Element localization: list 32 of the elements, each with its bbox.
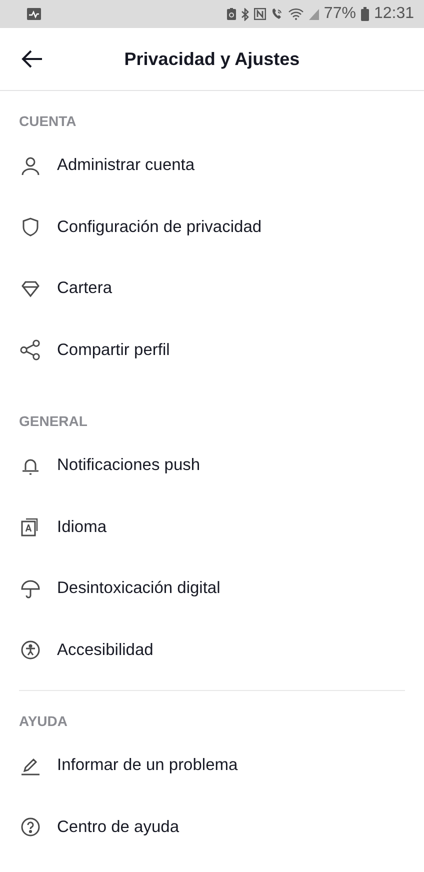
- settings-item[interactable]: Compartir perfil: [0, 320, 424, 381]
- accessibility-icon: [20, 640, 41, 660]
- battery-saver-icon: [226, 8, 236, 20]
- section-header: AYUDA: [18, 713, 68, 729]
- settings-item[interactable]: Informar de un problema: [0, 735, 424, 796]
- wifi-call-icon: [270, 8, 283, 20]
- umbrella-icon: [20, 578, 41, 599]
- settings-item[interactable]: Accesibilidad: [0, 620, 424, 681]
- nfc-icon: [254, 8, 266, 20]
- shield-icon: [20, 217, 41, 238]
- pencil-icon: [20, 756, 41, 776]
- bluetooth-icon: [240, 8, 249, 20]
- battery-icon: [360, 7, 369, 21]
- settings-item[interactable]: Centro de ayuda: [0, 796, 424, 858]
- settings-item[interactable]: Desintoxicación digital: [0, 558, 424, 620]
- settings-item[interactable]: Configuración de privacidad: [0, 196, 424, 258]
- section-header: CUENTA: [18, 113, 78, 129]
- person-icon: [20, 156, 41, 176]
- signal-icon: [308, 8, 319, 20]
- battery-percent: 77%: [324, 5, 356, 23]
- wifi-icon: [288, 8, 304, 20]
- help-icon: [20, 817, 41, 838]
- settings-item[interactable]: Administrar cuenta: [0, 135, 424, 196]
- settings-item[interactable]: Cartera: [0, 258, 424, 320]
- settings-item[interactable]: Notificaciones push: [0, 435, 424, 496]
- activity-icon: [27, 8, 41, 20]
- page-title: Privacidad y Ajustes: [124, 48, 300, 70]
- settings-item[interactable]: Idioma: [0, 496, 424, 558]
- share-icon: [20, 339, 41, 362]
- section-header: GENERAL: [18, 413, 88, 429]
- clock: 12:31: [374, 5, 414, 23]
- diamond-icon: [20, 278, 41, 299]
